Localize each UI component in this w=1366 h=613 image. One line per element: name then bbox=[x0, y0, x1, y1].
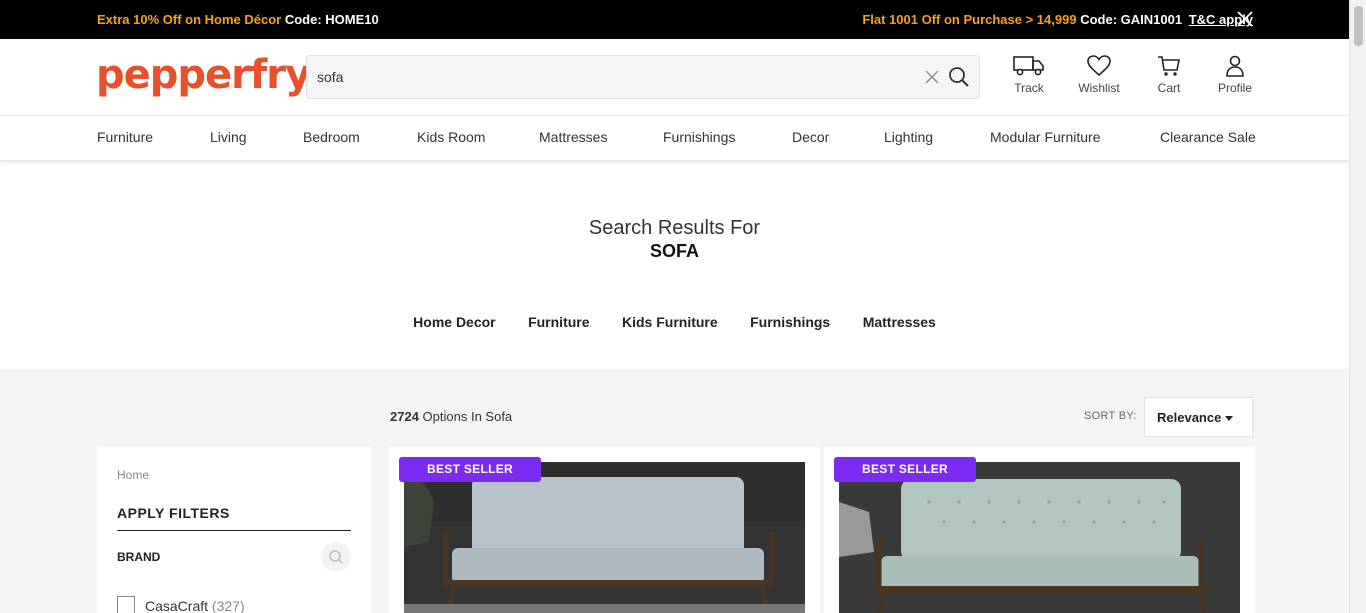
nav-item-mattresses[interactable]: Mattresses bbox=[539, 129, 607, 145]
nav-item-kids-room[interactable]: Kids Room bbox=[417, 129, 485, 145]
header: pepperfry Track Wishlist Cart bbox=[0, 39, 1349, 116]
results-count-label: Options In Sofa bbox=[422, 409, 513, 424]
sofa-image bbox=[839, 462, 1240, 613]
brand-option-count: (327) bbox=[211, 598, 245, 613]
brand-filter-label: BRAND bbox=[117, 550, 161, 564]
track-label: Track bbox=[1014, 81, 1044, 95]
page-scrollbar[interactable] bbox=[1349, 0, 1366, 613]
promo-left: Extra 10% Off on Home Décor Code: HOME10 bbox=[97, 12, 379, 27]
category-nav: Furniture Living Bedroom Kids Room Mattr… bbox=[0, 117, 1349, 162]
user-icon bbox=[1226, 55, 1244, 77]
category-furnishings[interactable]: Furnishings bbox=[750, 314, 830, 330]
wishlist-label: Wishlist bbox=[1078, 81, 1120, 95]
wishlist-button[interactable]: Wishlist bbox=[1069, 55, 1129, 95]
clear-icon[interactable] bbox=[924, 69, 940, 85]
cart-label: Cart bbox=[1157, 81, 1181, 95]
search-icon[interactable] bbox=[948, 66, 970, 88]
category-kids-furniture[interactable]: Kids Furniture bbox=[622, 314, 718, 330]
sort-select-value: Relevance bbox=[1157, 410, 1222, 425]
sort-select[interactable]: Relevance bbox=[1144, 397, 1253, 437]
sofa-image bbox=[404, 462, 805, 613]
category-chips: Home Decor Furniture Kids Furniture Furn… bbox=[0, 314, 1349, 332]
track-button[interactable]: Track bbox=[999, 55, 1059, 95]
search-bar bbox=[306, 55, 980, 99]
nav-item-living[interactable]: Living bbox=[210, 129, 247, 145]
results-title: Search Results For bbox=[588, 217, 761, 239]
brand-checkbox[interactable] bbox=[117, 596, 135, 613]
brand-search-button[interactable] bbox=[321, 542, 351, 572]
scrollbar-thumb[interactable] bbox=[1354, 6, 1363, 46]
category-home-decor[interactable]: Home Decor bbox=[413, 314, 495, 330]
cart-icon bbox=[1158, 56, 1180, 76]
promo-left-highlight: Extra 10% Off on Home Décor bbox=[97, 12, 282, 27]
brand-option[interactable]: CasaCraft (327) bbox=[117, 596, 245, 613]
close-icon[interactable] bbox=[1237, 11, 1253, 27]
product-image[interactable] bbox=[404, 462, 805, 613]
nav-item-bedroom[interactable]: Bedroom bbox=[303, 129, 360, 145]
truck-icon bbox=[1013, 56, 1044, 76]
filters-divider bbox=[117, 530, 351, 531]
nav-item-furniture[interactable]: Furniture bbox=[97, 129, 153, 145]
promo-right-highlight: Flat 1001 Off on Purchase > 14,999 bbox=[862, 12, 1077, 27]
promo-left-code: Code: HOME10 bbox=[284, 12, 379, 27]
profile-button[interactable]: Profile bbox=[1205, 55, 1265, 95]
nav-item-lighting[interactable]: Lighting bbox=[884, 129, 933, 145]
results-count: 2724 Options In Sofa bbox=[390, 409, 512, 424]
results-query: SOFA bbox=[649, 241, 699, 261]
promo-right-code: Code: GAIN1001 bbox=[1080, 12, 1183, 27]
filters-panel: Home APPLY FILTERS BRAND CasaCraft (327) bbox=[97, 447, 371, 613]
nav-item-clearance-sale[interactable]: Clearance Sale bbox=[1160, 129, 1256, 145]
profile-label: Profile bbox=[1217, 81, 1252, 95]
filters-title: APPLY FILTERS bbox=[117, 505, 230, 521]
nav-item-modular-furniture[interactable]: Modular Furniture bbox=[990, 129, 1101, 145]
best-seller-badge: BEST SELLER bbox=[834, 457, 976, 482]
cart-button[interactable]: Cart bbox=[1139, 55, 1199, 95]
logo[interactable]: pepperfry bbox=[96, 52, 311, 98]
results-count-number: 2724 bbox=[390, 409, 419, 424]
sort-by-label: SORT BY: bbox=[1084, 410, 1137, 422]
breadcrumb[interactable]: Home bbox=[117, 468, 149, 482]
category-furniture[interactable]: Furniture bbox=[528, 314, 589, 330]
promo-right: Flat 1001 Off on Purchase > 14,999 Code:… bbox=[862, 12, 1253, 27]
heart-icon bbox=[1087, 55, 1111, 77]
product-image[interactable] bbox=[839, 462, 1240, 613]
caret-down-icon bbox=[1225, 416, 1233, 421]
search-input[interactable] bbox=[317, 66, 907, 88]
product-card[interactable]: BEST SELLER bbox=[389, 447, 820, 613]
best-seller-badge: BEST SELLER bbox=[399, 457, 541, 482]
promo-bar: Extra 10% Off on Home Décor Code: HOME10… bbox=[0, 0, 1366, 39]
nav-item-decor[interactable]: Decor bbox=[792, 129, 829, 145]
brand-option-name: CasaCraft bbox=[145, 598, 209, 613]
product-card[interactable]: BEST SELLER bbox=[824, 447, 1255, 613]
search-icon bbox=[329, 550, 343, 564]
category-mattresses[interactable]: Mattresses bbox=[863, 314, 936, 330]
nav-item-furnishings[interactable]: Furnishings bbox=[663, 129, 735, 145]
